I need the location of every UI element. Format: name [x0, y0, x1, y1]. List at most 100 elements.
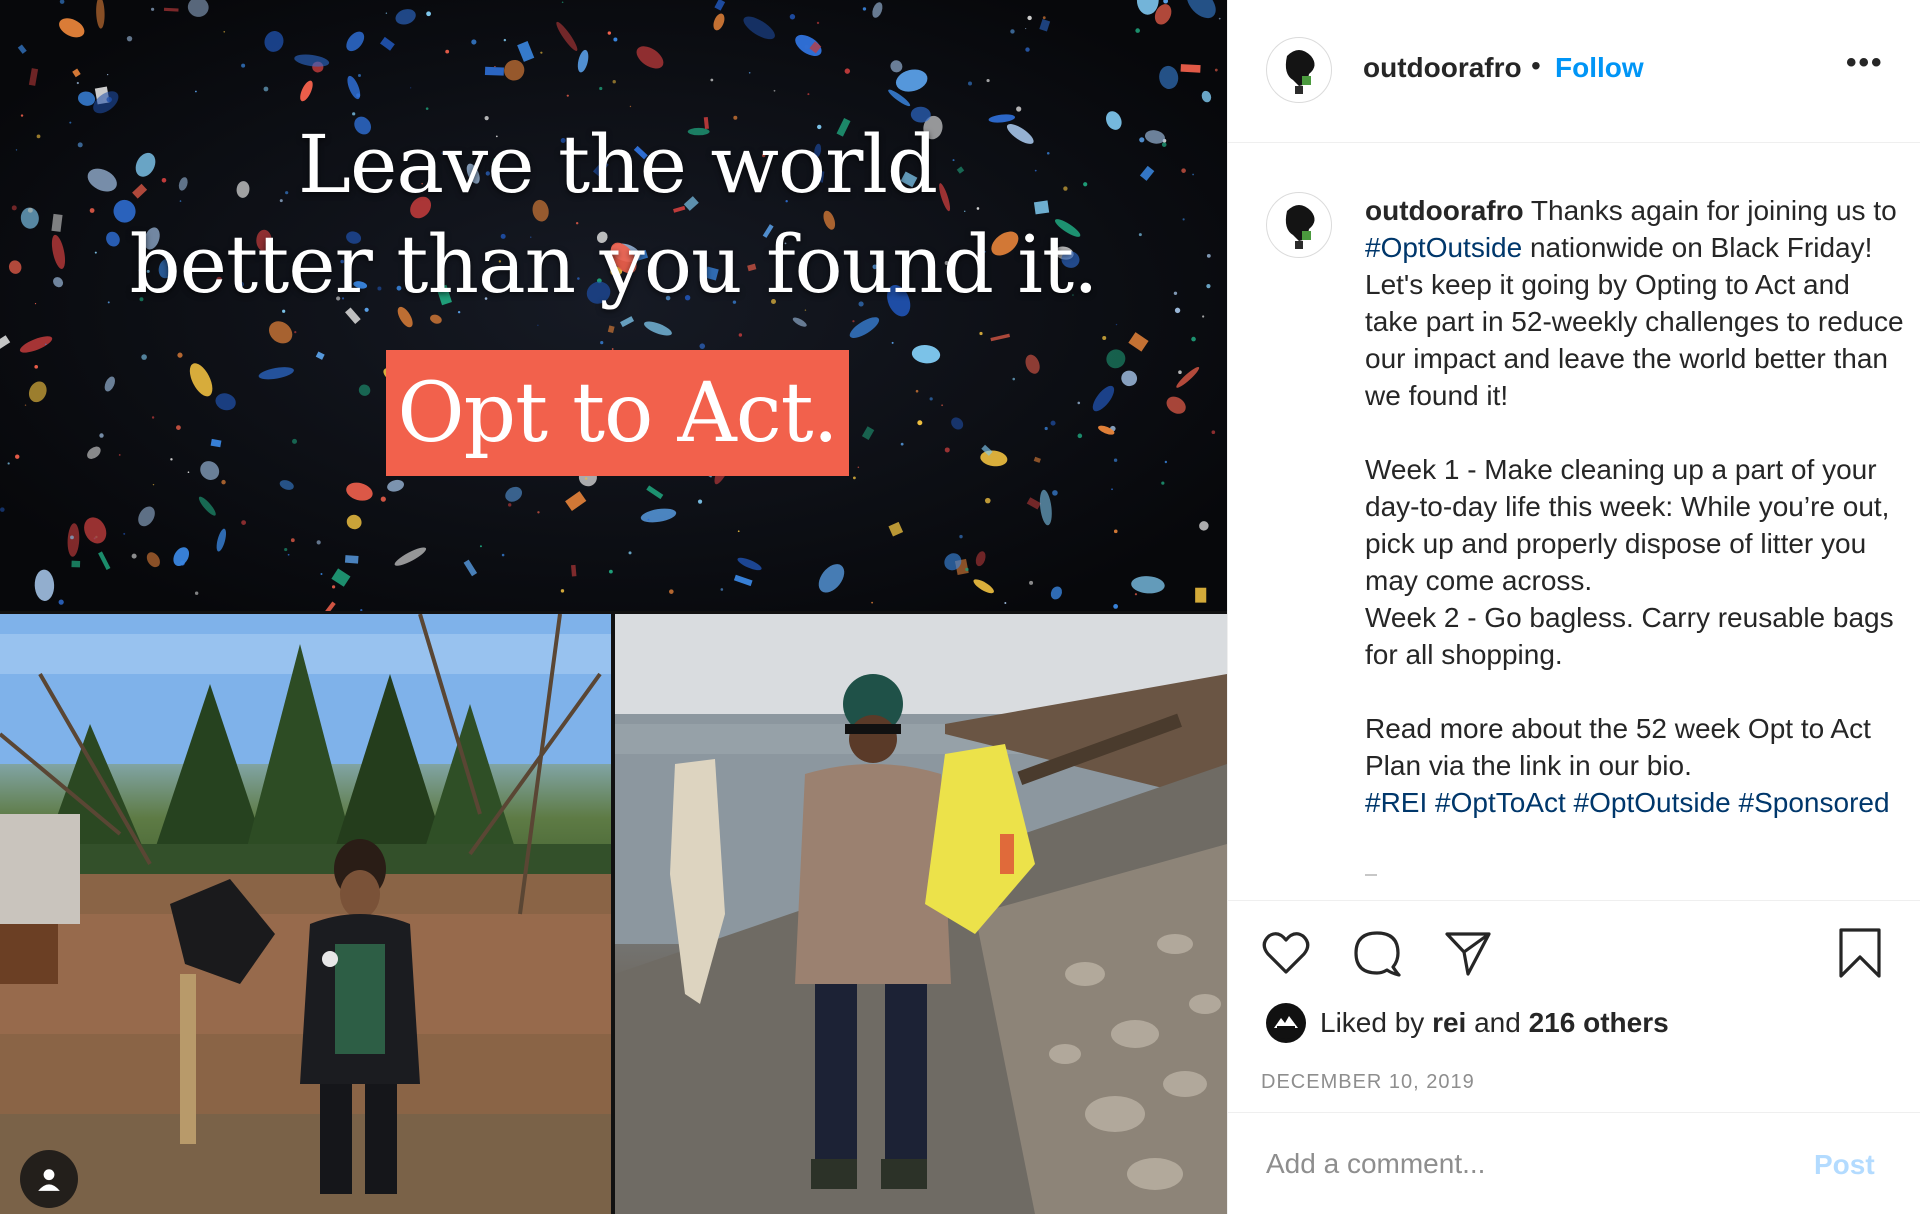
debris-piece — [76, 81, 79, 85]
debris-piece — [479, 545, 482, 548]
debris-piece — [737, 530, 740, 533]
debris-piece — [871, 601, 874, 604]
debris-piece — [1164, 460, 1168, 464]
caption-username[interactable]: outdoorafro — [1365, 195, 1524, 226]
debris-piece — [585, 477, 588, 480]
more-options-icon[interactable]: ••• — [1846, 46, 1884, 80]
debris-piece — [177, 352, 183, 358]
post-actions: Liked by rei and 216 others DECEMBER 10,… — [1228, 900, 1920, 1112]
debris-piece — [1178, 370, 1182, 375]
instagram-post: Leave the world better than you found it… — [0, 0, 1920, 1214]
debris-piece — [984, 497, 991, 504]
debris-piece — [560, 589, 565, 593]
debris-piece — [540, 51, 543, 54]
hashtag-sponsored[interactable]: #Sponsored — [1739, 787, 1890, 818]
debris-piece — [294, 331, 297, 334]
caption-divider — [1365, 874, 1377, 876]
debris-piece — [1052, 490, 1058, 496]
headline-line-2: better than you found it. — [129, 218, 1098, 311]
debris-piece — [1135, 28, 1140, 33]
post-side-panel: outdoorafro • Follow ••• outdoorafro Tha… — [1227, 0, 1920, 1214]
caption-avatar[interactable] — [1266, 192, 1332, 258]
hashtag-optoutside-inline[interactable]: #OptOutside — [1365, 232, 1522, 263]
debris-piece — [699, 343, 706, 349]
debris-piece — [290, 538, 295, 543]
debris-piece — [1077, 433, 1083, 439]
debris-piece — [537, 324, 539, 327]
debris-piece — [929, 397, 933, 401]
debris-piece — [566, 94, 569, 97]
post-comment-button[interactable]: Post — [1814, 1149, 1875, 1181]
debris-piece — [613, 37, 618, 42]
debris-piece — [176, 425, 181, 431]
debris-piece — [71, 560, 81, 568]
debris-piece — [194, 90, 197, 93]
comment-button[interactable] — [1349, 925, 1405, 981]
debris-piece — [900, 442, 904, 446]
debris-piece — [123, 532, 126, 535]
debris-piece — [194, 591, 199, 595]
debris-piece — [331, 585, 336, 589]
comment-input[interactable] — [1266, 1141, 1786, 1187]
hashtag-opttoact[interactable]: #OptToAct — [1435, 787, 1566, 818]
save-button[interactable] — [1832, 925, 1888, 981]
debris-piece — [612, 79, 616, 84]
header-username[interactable]: outdoorafro — [1363, 52, 1522, 84]
post-media[interactable]: Leave the world better than you found it… — [0, 0, 1227, 1214]
debris-piece — [287, 553, 290, 556]
post-date[interactable]: DECEMBER 10, 2019 — [1261, 1071, 1475, 1094]
debris-piece — [15, 454, 20, 459]
debris-piece — [968, 81, 973, 86]
debris-piece — [1025, 47, 1030, 52]
share-button[interactable] — [1440, 925, 1496, 981]
debris-piece — [484, 66, 504, 76]
debris-piece — [697, 499, 703, 504]
debris-piece — [24, 404, 27, 406]
debris-piece — [385, 12, 388, 14]
rei-avatar[interactable] — [1266, 1003, 1306, 1043]
debris-piece — [1115, 323, 1118, 326]
bookmark-icon — [1839, 928, 1881, 978]
user-icon — [38, 1169, 60, 1191]
outdoorafro-logo-icon — [1270, 41, 1328, 99]
caption-text: outdoorafro Thanks again for joining us … — [1365, 192, 1910, 821]
debris-piece — [1012, 377, 1016, 381]
tagged-users-button[interactable] — [20, 1150, 78, 1208]
heart-icon — [1262, 932, 1310, 974]
debris-piece — [917, 420, 923, 426]
profile-avatar[interactable] — [1266, 37, 1332, 103]
debris-piece — [1050, 420, 1056, 426]
hashtag-rei[interactable]: #REI — [1365, 787, 1427, 818]
post-header: outdoorafro • Follow ••• — [1228, 0, 1920, 143]
debris-piece — [70, 535, 74, 540]
debris-piece — [669, 589, 674, 594]
caption-intro: outdoorafro Thanks again for joining us … — [1365, 192, 1910, 414]
debris-piece — [607, 31, 612, 35]
debris-piece — [959, 534, 963, 539]
follow-button[interactable]: Follow — [1555, 52, 1644, 84]
hashtag-optoutside[interactable]: #OptOutside — [1574, 787, 1731, 818]
debris-piece — [445, 49, 450, 54]
debris-piece — [1077, 401, 1081, 405]
debris-piece — [628, 551, 632, 555]
likes-count-link[interactable]: 216 others — [1529, 1007, 1669, 1038]
debris-piece — [979, 331, 983, 336]
debris-piece — [170, 458, 173, 461]
like-button[interactable] — [1258, 925, 1314, 981]
debris-piece — [187, 471, 190, 474]
debris-piece — [20, 114, 24, 117]
debris-piece — [118, 454, 121, 456]
debris-piece — [241, 63, 246, 68]
debris-piece — [471, 39, 477, 45]
debris-piece — [599, 86, 603, 91]
debris-piece — [1016, 106, 1022, 112]
debris-piece — [862, 7, 867, 11]
debris-piece — [45, 343, 47, 345]
debris-piece — [151, 7, 155, 11]
photo-woman-with-trash-bag — [0, 614, 611, 1214]
debris-piece — [941, 404, 944, 407]
debris-piece — [410, 87, 412, 89]
debris-piece — [944, 447, 950, 453]
debris-piece — [1102, 335, 1107, 340]
liker-username[interactable]: rei — [1432, 1007, 1466, 1038]
